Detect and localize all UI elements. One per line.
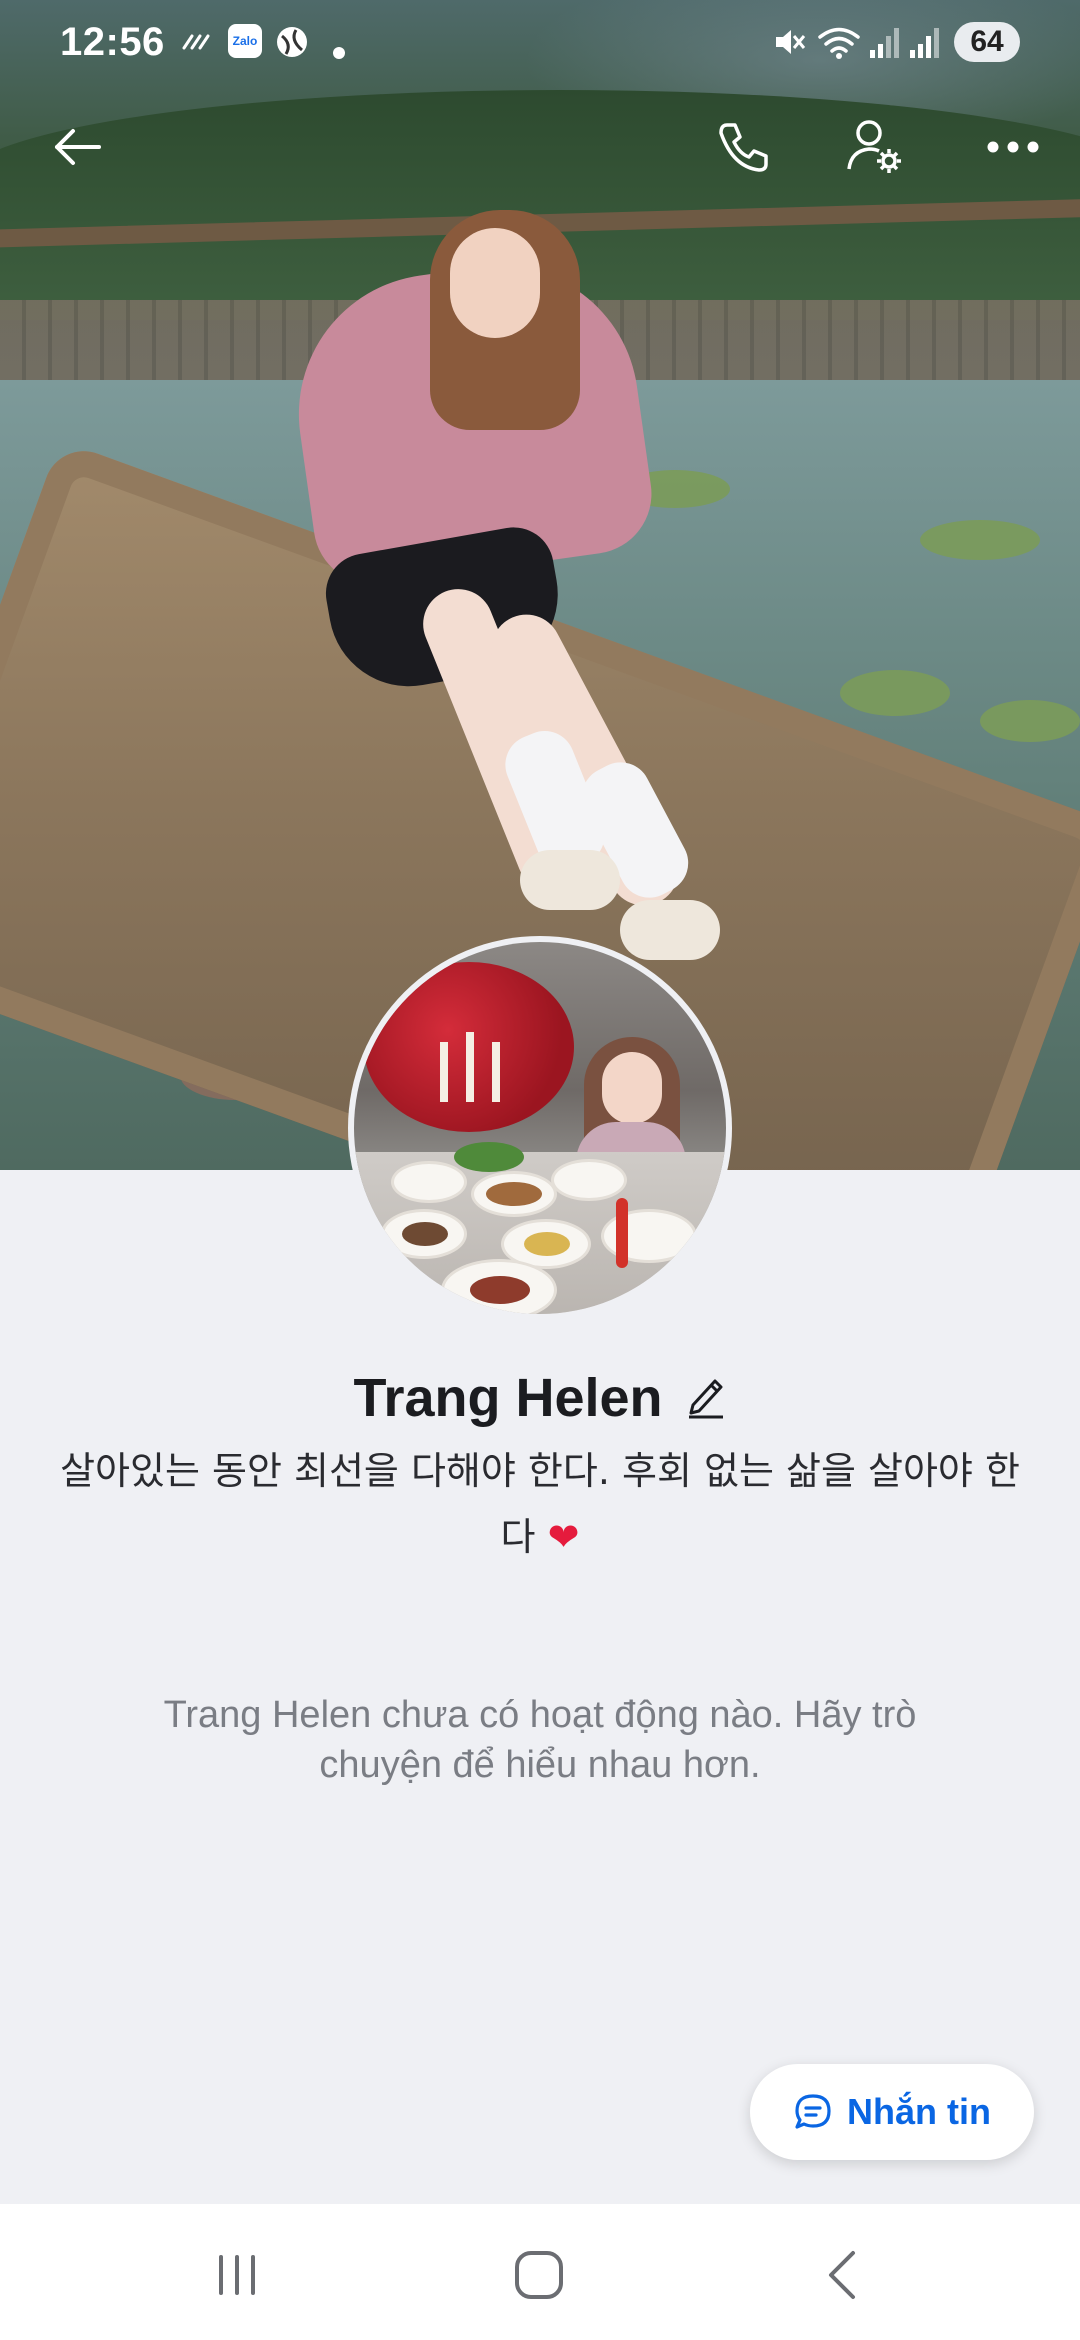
status-bar: 12:56 Zalo 64 — [0, 0, 1080, 86]
avatar-flowers — [454, 1142, 524, 1172]
message-button[interactable]: Nhắn tin — [750, 2064, 1034, 2160]
avatar-food — [524, 1232, 570, 1256]
avatar-candle — [466, 1032, 474, 1102]
message-button-label: Nhắn tin — [847, 2091, 991, 2132]
avatar[interactable] — [348, 936, 732, 1320]
profile-settings-button[interactable] — [840, 112, 910, 182]
back-button[interactable] — [42, 112, 112, 182]
avatar-person-face — [602, 1052, 662, 1124]
avatar-food — [470, 1276, 530, 1304]
dot-icon — [332, 34, 346, 68]
lily-pad — [980, 700, 1080, 742]
wifi-icon — [816, 24, 862, 68]
avatar-food — [402, 1222, 448, 1246]
chat-bubble-icon — [795, 2094, 831, 2129]
avatar-photo — [354, 942, 726, 1314]
battery-indicator: 64 — [954, 22, 1020, 62]
profile-bio-line-end: 다 — [500, 1515, 536, 1559]
profile-bio-line: 살아있는 동안 최선을 다해야 한다. 후회 없는 삶을 살아야 한 — [60, 1449, 1020, 1493]
home-button[interactable] — [494, 2240, 584, 2310]
profile-bio-line-2: 다 ❤ — [50, 1504, 1030, 1570]
mute-icon — [770, 24, 806, 68]
zalo-app-icon: Zalo — [228, 24, 262, 58]
call-button[interactable] — [708, 112, 778, 182]
back-arrow-icon — [55, 129, 101, 165]
recent-apps-icon — [219, 2255, 255, 2295]
edit-name-button[interactable] — [685, 1373, 727, 1424]
cover-person-face — [450, 228, 540, 338]
profile-bio: 살아있는 동안 최선을 다해야 한다. 후회 없는 삶을 살아야 한 다 ❤ — [50, 1438, 1030, 1570]
avatar-food — [486, 1182, 542, 1206]
back-icon — [829, 2251, 855, 2299]
system-back-button[interactable] — [798, 2240, 888, 2310]
cell-signal-icon — [908, 24, 942, 68]
status-time: 12:56 — [60, 20, 165, 64]
heart-icon: ❤ — [547, 1515, 580, 1559]
cover-person-shoe — [520, 850, 620, 910]
vpn-globe-icon — [274, 24, 310, 68]
profile-name: Trang Helen — [353, 1368, 663, 1428]
more-icon — [987, 141, 1039, 153]
cover-person-shoe — [620, 900, 720, 960]
avatar-plate — [554, 1162, 624, 1198]
home-icon — [515, 2251, 563, 2299]
profile-name-row: Trang Helen — [0, 1358, 1080, 1438]
avatar-drink — [616, 1198, 628, 1268]
recent-apps-button[interactable] — [192, 2240, 282, 2310]
profile-settings-icon — [847, 120, 901, 173]
signal-dots-icon — [180, 24, 214, 66]
avatar-candle — [492, 1042, 500, 1102]
lily-pad — [840, 670, 950, 716]
empty-activity-message: Trang Helen chưa có hoạt động nào. Hãy t… — [163, 1694, 917, 1786]
system-nav-bar — [0, 2204, 1080, 2340]
avatar-plate — [394, 1164, 464, 1200]
pencil-icon — [688, 1379, 723, 1418]
cell-signal-icon — [868, 24, 902, 68]
phone-icon — [719, 123, 768, 172]
avatar-candle — [440, 1042, 448, 1102]
more-options-button[interactable] — [978, 112, 1048, 182]
lily-pad — [920, 520, 1040, 560]
